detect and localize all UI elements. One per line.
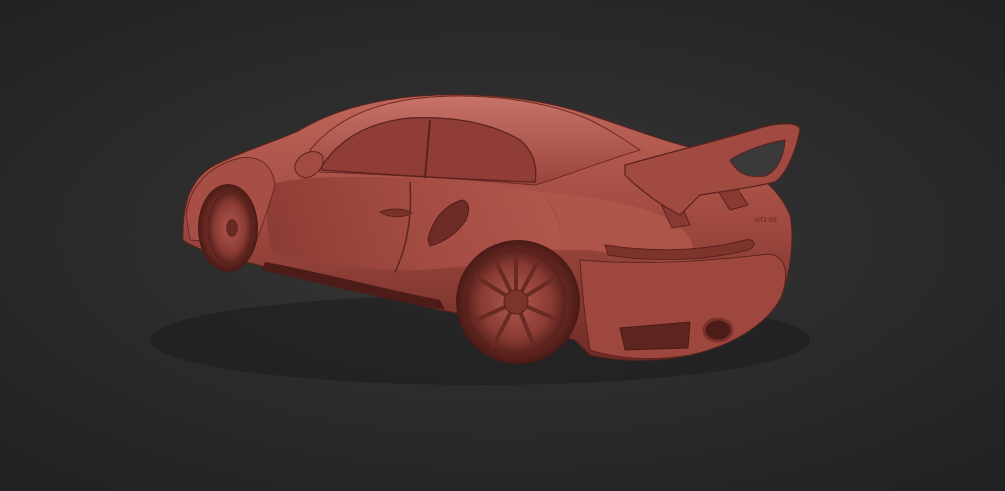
3d-viewport[interactable]: GT2 RS: [0, 0, 1005, 491]
render-canvas[interactable]: GT2 RS: [0, 0, 1005, 491]
rear-wheel: [456, 240, 580, 364]
exhaust-tip: [702, 317, 734, 343]
front-wheel: [198, 184, 258, 272]
rear-badge: GT2 RS: [755, 217, 777, 224]
